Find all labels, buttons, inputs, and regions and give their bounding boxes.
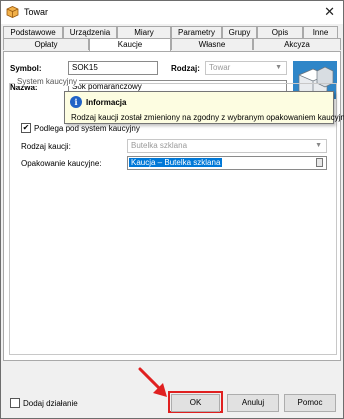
title-bar: Towar ✕ [1, 1, 343, 24]
opakowanie-input[interactable]: Kaucja – Butelka szklana [127, 156, 327, 170]
tab-inne[interactable]: Inne [303, 26, 338, 38]
opakowanie-value: Kaucja – Butelka szklana [129, 158, 223, 167]
dodaj-checkbox[interactable] [10, 398, 20, 408]
window-title: Towar [24, 7, 49, 17]
chevron-down-icon: ▼ [315, 142, 322, 149]
opakowanie-label: Opakowanie kaucyjne: [21, 159, 102, 168]
symbol-label: Symbol: [10, 64, 42, 73]
tab-parametry[interactable]: Parametry [171, 26, 222, 38]
dialog-window: Towar ✕ Podstawowe Urządzenia Miary Para… [0, 0, 344, 419]
tab-oplaty[interactable]: Opłaty [3, 38, 89, 50]
deposit-checkbox[interactable]: ✔ [21, 123, 31, 133]
rodzaj-kaucji-label: Rodzaj kaucji: [21, 142, 71, 151]
tab-podstawowe[interactable]: Podstawowe [3, 26, 63, 38]
close-icon[interactable]: ✕ [324, 4, 335, 20]
info-icon: i [70, 96, 82, 108]
tabs-front-row: Opłaty Kaucje Własne Akcyza [3, 38, 341, 52]
tab-urzadzenia[interactable]: Urządzenia [63, 26, 117, 38]
tab-kaucje[interactable]: Kaucje [89, 38, 171, 52]
tab-opis[interactable]: Opis [257, 26, 303, 38]
help-button[interactable]: Pomoc [284, 394, 336, 412]
tab-grupy[interactable]: Grupy [222, 26, 257, 38]
arrow-annotation-icon [138, 367, 167, 397]
rodzaj-kaucji-select[interactable]: Butelka szklana ▼ [127, 139, 327, 153]
tab-miary[interactable]: Miary [117, 26, 171, 38]
deposit-checkbox-label: Podlega pod system kaucyjny [34, 124, 140, 133]
tooltip-title: Informacja [86, 98, 127, 107]
rodzaj-kaucji-value: Butelka szklana [131, 141, 188, 150]
rodzaj-value: Towar [209, 63, 231, 72]
info-tooltip: i Informacja Rodzaj kaucji został zmieni… [64, 91, 344, 124]
tab-akcyza[interactable]: Akcyza [253, 38, 341, 50]
ok-button[interactable]: OK [171, 394, 220, 412]
tab-wlasne[interactable]: Własne [171, 38, 253, 50]
chevron-down-icon: ▼ [275, 64, 282, 71]
box-icon [6, 6, 19, 18]
tooltip-text: Rodzaj kaucji został zmieniony na zgodny… [71, 113, 344, 122]
deposit-group-legend: System kaucyjny [15, 77, 80, 86]
rodzaj-select[interactable]: Towar ▼ [205, 61, 287, 75]
rodzaj-label: Rodzaj: [171, 64, 200, 73]
symbol-input[interactable]: SOK15 [68, 61, 158, 75]
dodaj-label: Dodaj działanie [23, 399, 78, 408]
lookup-icon[interactable] [316, 158, 323, 167]
cancel-button[interactable]: Anuluj [227, 394, 279, 412]
